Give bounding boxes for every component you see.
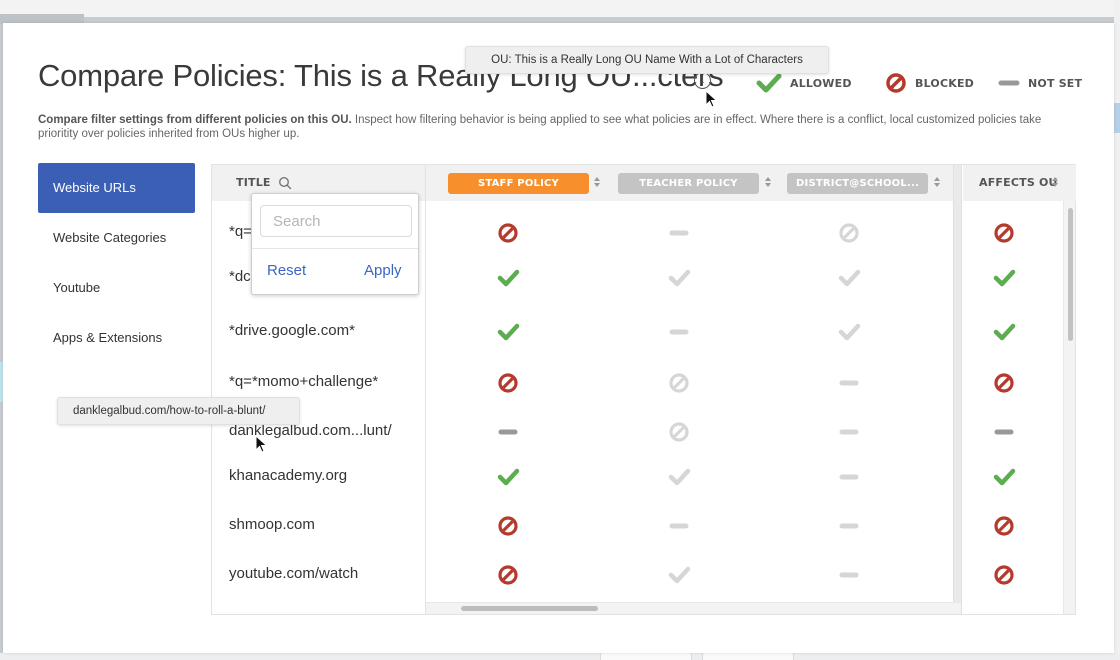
horizontal-scrollbar[interactable] (426, 602, 961, 614)
row-title[interactable]: shmoop.com (229, 516, 315, 533)
sort-icon[interactable] (1051, 175, 1059, 189)
check-icon (497, 269, 520, 287)
background-footer-button (702, 652, 794, 660)
dash-icon (839, 429, 859, 435)
dash-icon (669, 230, 689, 236)
dash-icon (839, 474, 859, 480)
mouse-cursor-icon (705, 90, 718, 108)
category-sidebar: Website URLs Website Categories Youtube … (38, 163, 195, 363)
column-divider (953, 165, 962, 614)
blocked-icon (994, 223, 1014, 243)
background-app-button (1114, 103, 1120, 133)
sidebar-item-website-urls[interactable]: Website URLs (38, 163, 195, 213)
teacher-policy-header[interactable]: TEACHER POLICY (618, 173, 759, 194)
blocked-icon (498, 565, 518, 585)
dash-icon (998, 80, 1020, 86)
row-title[interactable]: *dc (229, 268, 251, 285)
background-app-edge (1114, 0, 1120, 660)
description-lead: Compare filter settings from different p… (38, 114, 352, 126)
blocked-icon (498, 516, 518, 536)
check-icon (993, 323, 1016, 341)
blocked-icon (839, 223, 859, 243)
check-icon (838, 323, 861, 341)
affects-ou-header[interactable]: AFFECTS OU (979, 176, 1058, 189)
row-title[interactable]: youtube.com/watch (229, 565, 358, 582)
legend-label: NOT SET (1028, 76, 1083, 90)
legend-not-set: NOT SET (998, 72, 1082, 94)
blocked-icon (498, 223, 518, 243)
apply-button[interactable]: Apply (364, 262, 402, 279)
check-icon (993, 269, 1016, 287)
background-footer-button (600, 652, 692, 660)
check-icon (756, 73, 782, 93)
sidebar-item-website-categories[interactable]: Website Categories (38, 213, 195, 263)
row-title[interactable]: *q= (229, 223, 252, 240)
horizontal-scrollbar-thumb[interactable] (461, 606, 598, 611)
row-title[interactable]: *drive.google.com* (229, 322, 355, 339)
row-title[interactable]: *q=*momo+challenge* (229, 373, 378, 390)
district-policy-header[interactable]: DISTRICT@SCHOOL... (787, 173, 928, 194)
dash-icon (994, 429, 1014, 435)
title-search-input[interactable] (260, 205, 412, 237)
vertical-scrollbar-thumb[interactable] (1068, 208, 1073, 341)
search-icon[interactable] (278, 176, 292, 190)
row-title[interactable]: khanacademy.org (229, 467, 347, 484)
sort-icon[interactable] (764, 175, 772, 189)
legend-blocked: BLOCKED (885, 72, 974, 94)
check-icon (668, 468, 691, 486)
dash-icon (669, 523, 689, 529)
background-app-footer (0, 653, 1120, 660)
page-description: Compare filter settings from different p… (38, 113, 1068, 141)
title-header-label[interactable]: TITLE (236, 176, 271, 189)
check-icon (668, 566, 691, 584)
sort-icon[interactable] (933, 175, 941, 189)
blocked-icon (886, 73, 906, 93)
blocked-icon (669, 422, 689, 442)
sidebar-item-apps-extensions[interactable]: Apps & Extensions (38, 313, 195, 363)
sort-icon[interactable] (593, 175, 601, 189)
background-app-header (0, 0, 1120, 17)
column-divider (425, 165, 426, 614)
dash-icon (498, 429, 518, 435)
staff-policy-header[interactable]: STAFF POLICY (448, 173, 589, 194)
blocked-icon (994, 565, 1014, 585)
title-search-popover: Reset Apply (251, 193, 419, 295)
check-icon (838, 269, 861, 287)
blocked-icon (669, 373, 689, 393)
popover-divider (252, 248, 418, 249)
info-icon[interactable]: i (694, 72, 711, 89)
ou-name-tooltip: OU: This is a Really Long OU Name With a… (465, 46, 829, 74)
legend-label: BLOCKED (915, 76, 974, 90)
sidebar-item-youtube[interactable]: Youtube (38, 263, 195, 313)
dash-icon (839, 572, 859, 578)
legend-allowed: ALLOWED (756, 72, 852, 94)
dash-icon (839, 380, 859, 386)
legend-label: ALLOWED (790, 76, 852, 90)
check-icon (993, 468, 1016, 486)
url-tooltip: danklegalbud.com/how-to-roll-a-blunt/ (57, 397, 300, 425)
check-icon (497, 468, 520, 486)
reset-button[interactable]: Reset (267, 262, 306, 279)
blocked-icon (994, 373, 1014, 393)
mouse-cursor-icon (255, 435, 268, 453)
blocked-icon (498, 373, 518, 393)
dash-icon (669, 329, 689, 335)
vertical-scrollbar[interactable] (1063, 201, 1075, 614)
check-icon (668, 269, 691, 287)
dash-icon (839, 523, 859, 529)
check-icon (497, 323, 520, 341)
blocked-icon (994, 516, 1014, 536)
